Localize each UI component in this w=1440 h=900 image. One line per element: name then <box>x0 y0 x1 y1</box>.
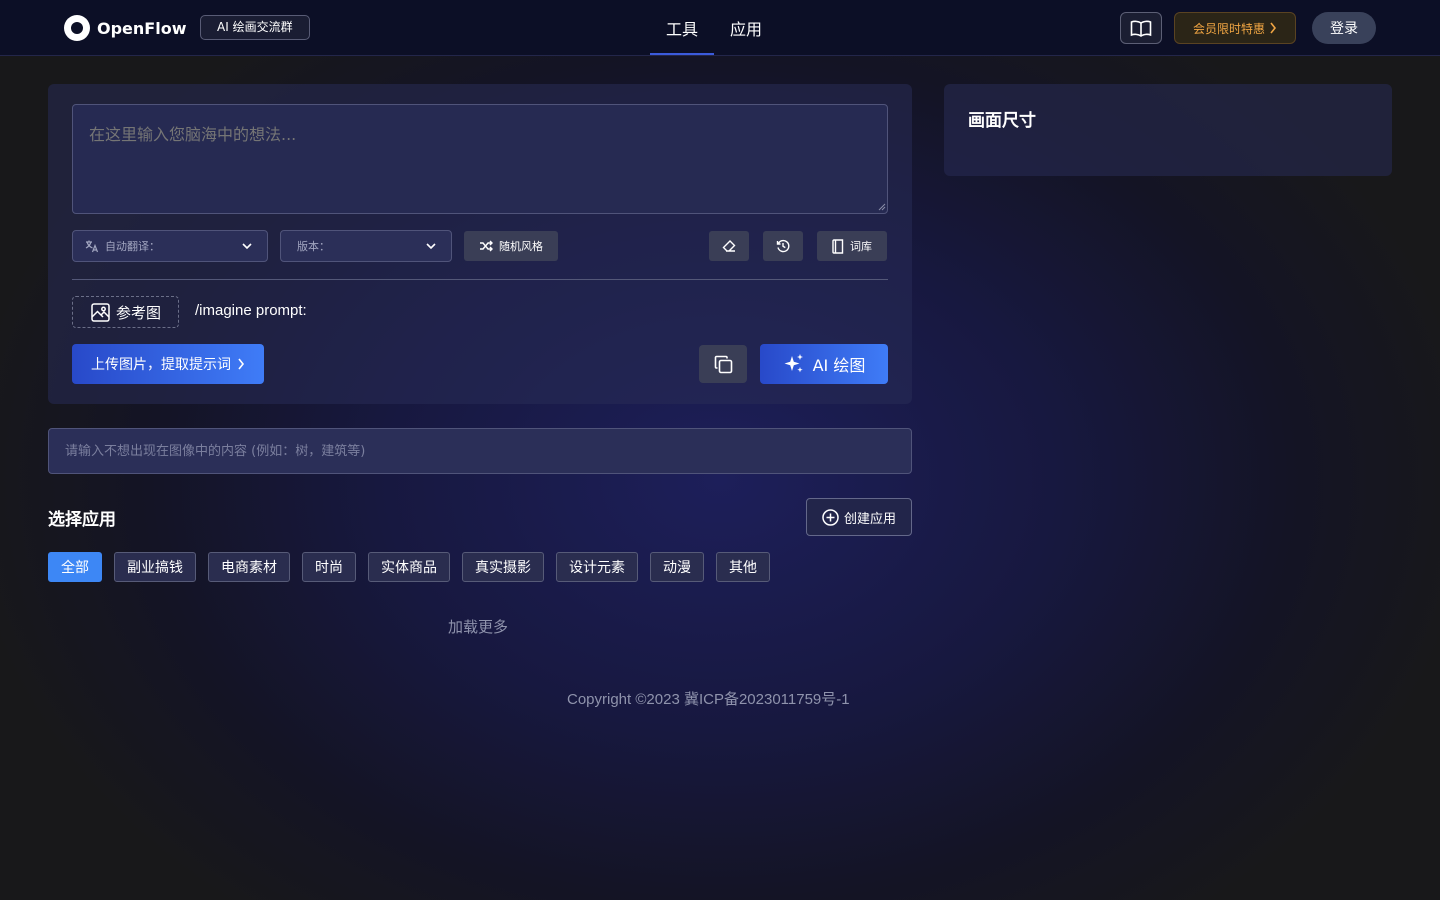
active-tab-indicator <box>650 53 714 55</box>
copyright-footer: Copyright ©2023 冀ICP备2023011759号-1 <box>567 691 850 708</box>
category-side-hustle[interactable]: 副业搞钱 <box>114 552 196 582</box>
ai-draw-label: AI 绘图 <box>812 356 866 375</box>
canvas-size-panel: 画面尺寸 <box>944 84 1392 176</box>
negative-prompt-input[interactable] <box>48 428 912 474</box>
chevron-down-icon <box>426 243 436 250</box>
group-badge-button[interactable]: AI 绘画交流群 <box>200 15 310 40</box>
top-header: OpenFlow AI 绘画交流群 工具 应用 会员限时特惠 登录 <box>0 0 1440 56</box>
category-products[interactable]: 实体商品 <box>368 552 450 582</box>
app-name: OpenFlow <box>97 18 187 38</box>
image-icon <box>91 302 110 322</box>
category-anime[interactable]: 动漫 <box>650 552 704 582</box>
logo[interactable]: OpenFlow <box>64 15 186 41</box>
version-select[interactable]: 版本： <box>280 230 452 262</box>
vip-offer-label: 会员限时特惠 <box>1192 21 1265 36</box>
category-fashion[interactable]: 时尚 <box>302 552 356 582</box>
tab-tools[interactable]: 工具 <box>666 16 698 40</box>
eraser-icon <box>722 240 735 252</box>
category-design[interactable]: 设计元素 <box>556 552 638 582</box>
copy-button[interactable] <box>699 345 747 383</box>
category-other[interactable]: 其他 <box>716 552 770 582</box>
category-ecommerce[interactable]: 电商素材 <box>208 552 290 582</box>
resize-handle-icon[interactable] <box>878 203 886 211</box>
history-button[interactable] <box>763 231 803 261</box>
vip-offer-button[interactable]: 会员限时特惠 <box>1174 12 1296 44</box>
create-app-button[interactable]: 创建应用 <box>806 498 912 536</box>
logo-icon <box>64 15 90 41</box>
prompt-textarea[interactable] <box>72 104 888 214</box>
upload-extract-label: 上传图片，提取提示词 <box>91 357 231 373</box>
chevron-right-icon <box>1270 22 1277 34</box>
book-open-icon <box>1130 20 1152 37</box>
chevron-right-icon <box>238 358 245 370</box>
ai-draw-button[interactable]: AI 绘图 <box>760 344 888 384</box>
history-icon <box>776 239 790 253</box>
reference-image-label: 参考图 <box>116 303 162 322</box>
divider <box>72 279 888 280</box>
lexicon-label: 词库 <box>850 240 872 253</box>
tab-apps[interactable]: 应用 <box>730 16 762 40</box>
login-button[interactable]: 登录 <box>1312 12 1376 44</box>
translate-select-label: 自动翻译： <box>105 240 160 253</box>
version-select-label: 版本： <box>297 240 330 253</box>
create-app-label: 创建应用 <box>843 511 896 527</box>
canvas-size-title: 画面尺寸 <box>968 111 1036 131</box>
random-style-label: 随机风格 <box>499 240 543 253</box>
plus-circle-icon <box>822 508 839 526</box>
apps-section-title: 选择应用 <box>48 510 116 530</box>
book-icon <box>832 238 844 254</box>
translate-select[interactable]: 自动翻译： <box>72 230 268 262</box>
shuffle-icon <box>480 240 493 252</box>
category-photography[interactable]: 真实摄影 <box>462 552 544 582</box>
category-all[interactable]: 全部 <box>48 552 102 582</box>
lexicon-button[interactable]: 词库 <box>817 231 887 261</box>
reference-image-button[interactable]: 参考图 <box>72 296 179 328</box>
copy-icon <box>714 355 732 373</box>
sparkles-icon <box>784 354 803 373</box>
clear-button[interactable] <box>709 231 749 261</box>
chevron-down-icon <box>242 243 252 250</box>
upload-extract-button[interactable]: 上传图片，提取提示词 <box>72 344 264 384</box>
imagine-prompt-text: /imagine prompt: <box>195 302 307 319</box>
docs-button[interactable] <box>1120 12 1162 44</box>
translate-icon <box>85 240 99 253</box>
random-style-button[interactable]: 随机风格 <box>464 231 558 261</box>
load-more-link[interactable]: 加载更多 <box>448 616 508 637</box>
